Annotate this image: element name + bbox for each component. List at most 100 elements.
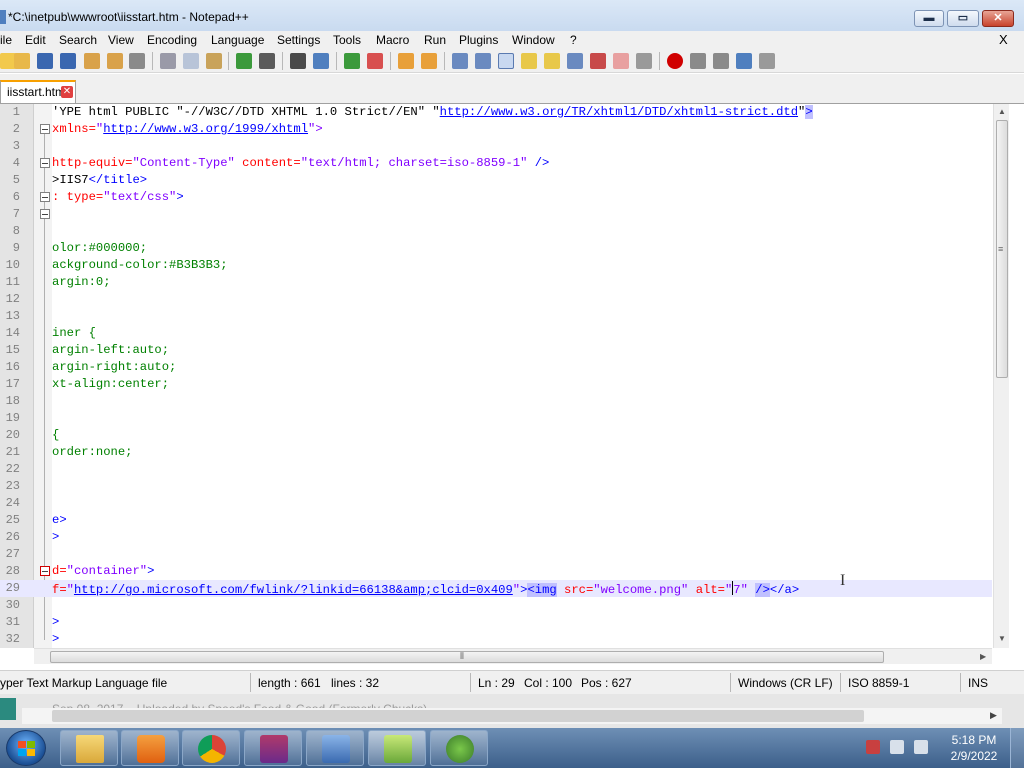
horizontal-scroll-thumb[interactable]	[50, 651, 884, 663]
cut-icon[interactable]	[160, 53, 176, 69]
menu-settings[interactable]: Settings	[277, 33, 320, 47]
scroll-right-icon[interactable]: ▶	[980, 652, 986, 661]
start-button[interactable]	[6, 730, 46, 766]
code-line[interactable]: 30	[0, 597, 992, 614]
fold-toggle-icon[interactable]	[40, 566, 50, 576]
code-editor[interactable]: 1 'YPE html PUBLIC "-//W3C//DTD XHTML 1.0…	[0, 104, 1008, 648]
code-line[interactable]: 12	[0, 291, 992, 308]
udl-icon[interactable]	[521, 53, 537, 69]
action-center-icon[interactable]	[866, 740, 880, 754]
fold-toggle-icon[interactable]	[40, 124, 50, 134]
close-all-icon[interactable]	[107, 53, 123, 69]
taskbar-notepad-plus-plus[interactable]	[368, 730, 426, 766]
save-macro-icon[interactable]	[759, 53, 775, 69]
fold-toggle-icon[interactable]	[40, 209, 50, 219]
close-document-button[interactable]: X	[999, 32, 1008, 47]
code-line[interactable]: 27	[0, 546, 992, 563]
code-line[interactable]: 13	[0, 308, 992, 325]
monitoring-icon[interactable]	[613, 53, 629, 69]
menu-plugins[interactable]: Plugins	[459, 33, 498, 47]
network-icon[interactable]	[890, 740, 904, 754]
save-all-icon[interactable]	[60, 53, 76, 69]
code-line[interactable]: 18	[0, 393, 992, 410]
volume-icon[interactable]	[914, 740, 928, 754]
code-line[interactable]: 6: type="text/css">	[0, 189, 992, 206]
background-scroll-thumb[interactable]	[52, 710, 864, 722]
code-line[interactable]: 2 xmlns="http://www.w3.org/1999/xhtml">	[0, 121, 992, 138]
code-line[interactable]: 26 >	[0, 529, 992, 546]
maximize-button[interactable]: ▭	[947, 10, 979, 27]
scroll-down-icon[interactable]: ▼	[998, 634, 1006, 643]
code-line[interactable]: 3	[0, 138, 992, 155]
menu-run[interactable]: Run	[424, 33, 446, 47]
code-line[interactable]: 23	[0, 478, 992, 495]
function-list-icon[interactable]	[567, 53, 583, 69]
menu-edit[interactable]: Edit	[25, 33, 46, 47]
code-line[interactable]: 14 iner {	[0, 325, 992, 342]
zoom-out-icon[interactable]	[367, 53, 383, 69]
taskbar-media-player[interactable]	[121, 730, 179, 766]
horizontal-scrollbar[interactable]: ⦀ ▶	[34, 648, 992, 664]
menu-search[interactable]: Search	[59, 33, 97, 47]
undo-icon[interactable]	[236, 53, 252, 69]
code-line[interactable]: 17 xt-align:center;	[0, 376, 992, 393]
show-all-chars-icon[interactable]	[475, 53, 491, 69]
code-line[interactable]: 32 >	[0, 631, 992, 648]
vertical-scrollbar[interactable]: ▲ ≡ ▼	[993, 104, 1009, 648]
code-line[interactable]: 9 olor:#000000;	[0, 240, 992, 257]
code-line[interactable]: 8	[0, 223, 992, 240]
taskbar-winrar[interactable]	[244, 730, 302, 766]
sync-vertical-icon[interactable]	[398, 53, 414, 69]
taskbar-explorer[interactable]	[60, 730, 118, 766]
code-line[interactable]: 16 argin-right:auto;	[0, 359, 992, 376]
code-line[interactable]: 4 http-equiv="Content-Type" content="text…	[0, 155, 992, 172]
code-line[interactable]: 10 ackground-color:#B3B3B3;	[0, 257, 992, 274]
fold-toggle-icon[interactable]	[40, 158, 50, 168]
play-macro-icon[interactable]	[713, 53, 729, 69]
run-multiple-icon[interactable]	[736, 53, 752, 69]
doc-map-icon[interactable]	[544, 53, 560, 69]
taskbar-windows-update[interactable]	[306, 730, 364, 766]
code-line[interactable]: 19	[0, 410, 992, 427]
zoom-in-icon[interactable]	[344, 53, 360, 69]
show-desktop-button[interactable]	[1010, 728, 1024, 768]
view-icon[interactable]	[636, 53, 652, 69]
menu-help[interactable]: ?	[570, 33, 577, 47]
close-file-icon[interactable]	[84, 53, 100, 69]
background-scrollbar[interactable]: ▶	[22, 708, 1002, 724]
code-line[interactable]: 22	[0, 461, 992, 478]
code-line[interactable]: 21 order:none;	[0, 444, 992, 461]
paste-icon[interactable]	[206, 53, 222, 69]
redo-icon[interactable]	[259, 53, 275, 69]
menu-encoding[interactable]: Encoding	[147, 33, 197, 47]
find-icon[interactable]	[290, 53, 306, 69]
code-line[interactable]: 11 argin:0;	[0, 274, 992, 291]
code-line[interactable]: 5 >IIS7</title>	[0, 172, 992, 189]
menu-tools[interactable]: Tools	[333, 33, 361, 47]
scroll-right-icon[interactable]: ▶	[990, 710, 997, 721]
code-line[interactable]: 24	[0, 495, 992, 512]
minimize-button[interactable]: ▬	[914, 10, 944, 27]
save-icon[interactable]	[37, 53, 53, 69]
print-icon[interactable]	[129, 53, 145, 69]
record-macro-icon[interactable]	[667, 53, 683, 69]
indent-guide-icon[interactable]	[498, 53, 514, 69]
scroll-up-icon[interactable]: ▲	[998, 107, 1006, 116]
menu-macro[interactable]: Macro	[376, 33, 409, 47]
taskbar-chrome[interactable]	[182, 730, 240, 766]
system-clock[interactable]: 5:18 PM 2/9/2022	[946, 732, 1002, 764]
code-line[interactable]: 25 e>	[0, 512, 992, 529]
taskbar-gecko[interactable]	[430, 730, 488, 766]
close-button[interactable]: ✕	[982, 10, 1014, 27]
fold-toggle-icon[interactable]	[40, 192, 50, 202]
stop-macro-icon[interactable]	[690, 53, 706, 69]
code-line[interactable]: 7	[0, 206, 992, 223]
menu-view[interactable]: View	[108, 33, 134, 47]
menu-file[interactable]: ile	[0, 33, 12, 47]
sync-horizontal-icon[interactable]	[421, 53, 437, 69]
menu-language[interactable]: Language	[211, 33, 264, 47]
tab-iisstart[interactable]: iisstart.htm ✕	[0, 80, 76, 103]
replace-icon[interactable]	[313, 53, 329, 69]
code-line[interactable]: 15 argin-left:auto;	[0, 342, 992, 359]
open-icon[interactable]	[14, 53, 30, 69]
